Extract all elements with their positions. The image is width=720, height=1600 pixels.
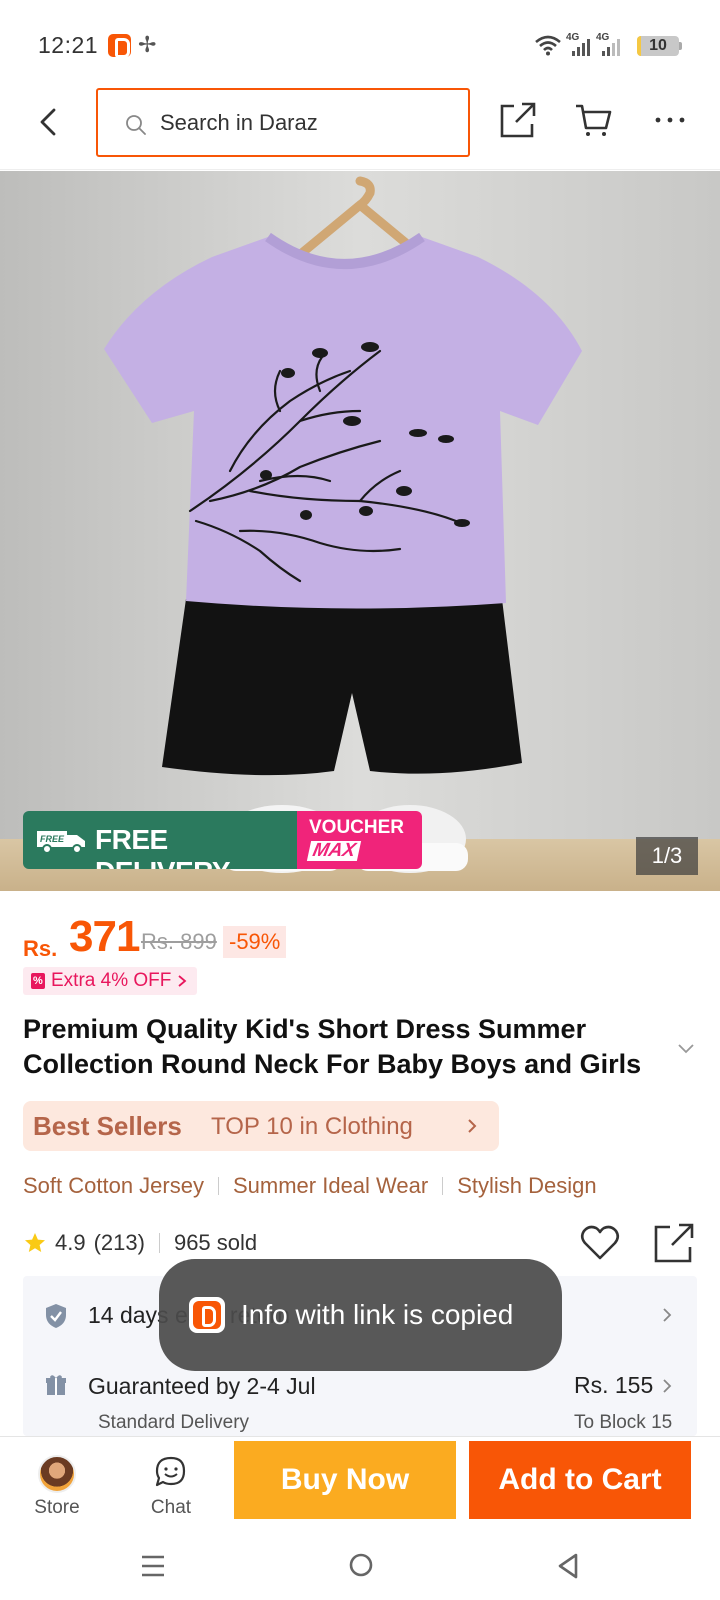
store-label: Store — [34, 1497, 80, 1518]
recent-apps-icon[interactable] — [140, 1554, 166, 1578]
battery-level: 10 — [649, 37, 667, 54]
daraz-app-icon — [189, 1297, 225, 1333]
share-icon[interactable] — [498, 100, 538, 140]
coupon-icon — [31, 967, 45, 995]
promo-banner: FREE FREE DELIVERY VOUCHER MAX — [23, 811, 422, 869]
search-placeholder: Search in Daraz — [160, 110, 318, 135]
product-image-gallery[interactable] — [0, 171, 720, 891]
top-nav: Search in Daraz — [0, 80, 720, 170]
free-delivery-label: FREE DELIVERY — [95, 824, 231, 869]
cart-icon[interactable] — [574, 100, 614, 140]
signal-icon: 4G — [566, 32, 592, 56]
daraz-app-icon — [108, 34, 131, 58]
voucher-max-label: MAX — [306, 840, 362, 861]
free-delivery-badge: FREE FREE DELIVERY — [23, 811, 297, 869]
system-nav-bar — [0, 1530, 720, 1600]
chevron-right-icon — [663, 1379, 672, 1393]
best-sellers-rank[interactable]: Best Sellers TOP 10 in Clothing — [23, 1101, 499, 1151]
heart-icon[interactable] — [578, 1221, 622, 1265]
delivery-guarantee: Guaranteed by 2-4 Jul — [88, 1373, 316, 1399]
store-button[interactable]: Store — [22, 1455, 92, 1525]
free-badge-text: FREE — [40, 834, 65, 844]
best-sellers-label: Best Sellers — [33, 1111, 182, 1141]
search-icon — [126, 115, 146, 135]
search-input[interactable]: Search in Daraz — [96, 88, 470, 157]
original-price: Rs. 899 — [141, 929, 217, 954]
product-photo — [0, 171, 720, 891]
battery-icon: 10 — [637, 36, 679, 56]
discount-badge: -59% — [223, 926, 287, 958]
price-currency: Rs. — [23, 936, 58, 961]
feature-tag: Soft Cotton Jersey — [23, 1173, 204, 1198]
buy-now-button[interactable]: Buy Now — [234, 1441, 456, 1519]
chevron-right-icon — [178, 975, 187, 987]
delivery-location: To Block 15 — [574, 1412, 673, 1433]
rating-value: 4.9 — [55, 1230, 86, 1255]
best-sellers-text: TOP 10 in Clothing — [211, 1113, 413, 1140]
delivery-truck-icon: FREE — [37, 831, 85, 854]
back-arrow-icon[interactable] — [32, 102, 68, 142]
wifi-icon — [535, 35, 561, 56]
voucher-label: VOUCHER — [309, 817, 405, 838]
back-triangle-icon[interactable] — [556, 1552, 580, 1580]
rating-row[interactable]: 4.9 (213) 965 sold — [23, 1227, 257, 1259]
sold-count: 965 sold — [173, 1230, 258, 1255]
voucher-max-badge: VOUCHER MAX — [297, 811, 422, 869]
chevron-right-icon — [663, 1308, 672, 1322]
status-bar: 12:21 ✢ 4G 4G 10 — [0, 0, 720, 80]
more-dots-icon[interactable] — [650, 100, 690, 140]
share-icon[interactable] — [652, 1221, 696, 1265]
extra-off-label: Extra 4% OFF — [51, 970, 172, 991]
add-to-cart-button[interactable]: Add to Cart — [469, 1441, 691, 1519]
chat-label: Chat — [150, 1497, 192, 1518]
price-value: 371 — [69, 912, 140, 961]
delivery-price: Rs. 155 — [574, 1372, 654, 1398]
feature-tag: Summer Ideal Wear — [232, 1173, 429, 1198]
gift-box-icon — [46, 1375, 66, 1395]
feature-tag: Stylish Design — [457, 1173, 597, 1198]
chevron-down-icon[interactable] — [676, 1038, 696, 1058]
pinwheel-icon: ✢ — [138, 32, 157, 57]
chat-button[interactable]: Chat — [136, 1455, 206, 1525]
feature-tags: Soft Cotton Jersey Summer Ideal Wear Sty… — [23, 1170, 597, 1202]
star-icon — [25, 1233, 45, 1252]
review-count: (213) — [93, 1230, 145, 1255]
bottom-action-bar: Store Chat Buy Now Add to Cart — [0, 1436, 720, 1530]
delivery-type: Standard Delivery — [98, 1412, 250, 1433]
home-icon[interactable] — [348, 1552, 374, 1578]
status-time: 12:21 — [38, 32, 99, 58]
chat-icon — [155, 1456, 186, 1487]
extra-off-coupon[interactable]: Extra 4% OFF — [23, 967, 198, 995]
signal-icon: 4G — [596, 32, 622, 56]
image-counter: 1/3 — [636, 837, 698, 875]
copied-toast: Info with link is copied — [159, 1259, 562, 1371]
shield-check-icon — [46, 1304, 66, 1328]
product-title[interactable]: Premium Quality Kid's Short Dress Summer… — [23, 1012, 663, 1082]
toast-message: Info with link is copied — [241, 1299, 514, 1330]
store-avatar — [38, 1455, 76, 1493]
chevron-right-icon — [468, 1119, 477, 1133]
